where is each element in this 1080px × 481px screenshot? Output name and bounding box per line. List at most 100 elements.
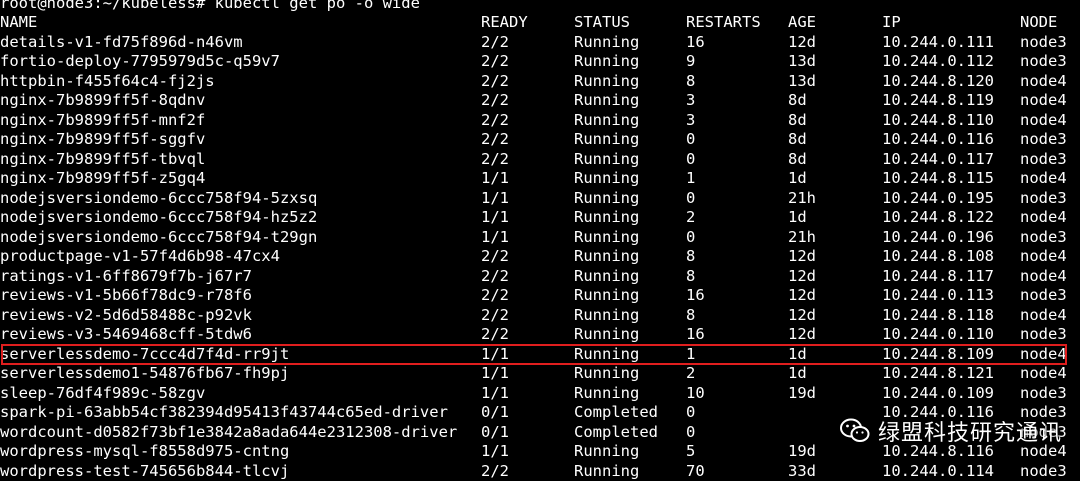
pod-status: Running: [574, 384, 639, 404]
pod-restarts: 0: [686, 403, 695, 423]
pod-ip: 10.244.8.118: [882, 306, 994, 326]
pod-restarts: 8: [686, 247, 695, 267]
pod-name: httpbin-f455f64c4-fj2js: [0, 72, 215, 92]
pod-age: 8d: [788, 91, 807, 111]
pod-ready: 2/2: [481, 267, 509, 287]
table-row: nodejsversiondemo-6ccc758f94-5zxsq1/1Run…: [0, 189, 1080, 209]
pod-restarts: 0: [686, 228, 695, 248]
table-row: nodejsversiondemo-6ccc758f94-hz5z21/1Run…: [0, 208, 1080, 228]
pod-age: 13d: [788, 72, 816, 92]
pod-ready: 1/1: [481, 442, 509, 462]
pod-ready: 1/1: [481, 169, 509, 189]
header-restarts: RESTARTS: [686, 13, 761, 33]
pod-ready: 2/2: [481, 306, 509, 326]
pod-ip: 10.244.8.110: [882, 111, 994, 131]
pod-age: 21h: [788, 228, 816, 248]
pod-status: Running: [574, 33, 639, 53]
pod-age: 12d: [788, 306, 816, 326]
pod-node: node3: [1020, 228, 1067, 248]
header-ip: IP: [882, 13, 901, 33]
pod-node: node3: [1020, 286, 1067, 306]
pod-age: 1d: [788, 345, 807, 365]
pod-ip: 10.244.8.109: [882, 345, 994, 365]
wechat-icon: [840, 418, 870, 444]
table-row: details-v1-fd75f896d-n46vm2/2Running1612…: [0, 33, 1080, 53]
pod-age: 12d: [788, 33, 816, 53]
table-row: httpbin-f455f64c4-fj2js2/2Running813d10.…: [0, 72, 1080, 92]
pod-ready: 2/2: [481, 33, 509, 53]
pod-age: 12d: [788, 267, 816, 287]
pod-restarts: 8: [686, 306, 695, 326]
pod-status: Running: [574, 91, 639, 111]
pod-name: nginx-7b9899ff5f-tbvql: [0, 150, 205, 170]
table-row: reviews-v3-5469468cff-5tdw62/2Running161…: [0, 325, 1080, 345]
pod-node: node3: [1020, 130, 1067, 150]
pod-ready: 1/1: [481, 208, 509, 228]
table-row: ratings-v1-6ff8679f7b-j67r72/2Running812…: [0, 267, 1080, 287]
pod-status: Running: [574, 52, 639, 72]
pod-restarts: 16: [686, 286, 705, 306]
table-row: nginx-7b9899ff5f-tbvql2/2Running08d10.24…: [0, 150, 1080, 170]
pod-ready: 1/1: [481, 189, 509, 209]
pod-age: 8d: [788, 111, 807, 131]
table-row: nginx-7b9899ff5f-z5gq41/1Running11d10.24…: [0, 169, 1080, 189]
header-ready: READY: [481, 13, 528, 33]
pod-age: 12d: [788, 247, 816, 267]
pod-name: reviews-v3-5469468cff-5tdw6: [0, 325, 252, 345]
table-row: serverlessdemo1-54876fb67-fh9pj1/1Runnin…: [0, 364, 1080, 384]
pod-node: node3: [1020, 189, 1067, 209]
pod-status: Completed: [574, 403, 658, 423]
pod-ip: 10.244.0.114: [882, 462, 994, 481]
table-row: nodejsversiondemo-6ccc758f94-t29gn1/1Run…: [0, 228, 1080, 248]
terminal-window[interactable]: root@node3:~/kubeless# kubectl get po -o…: [0, 0, 1080, 475]
table-row: wordpress-test-745656b844-tlcvj2/2Runnin…: [0, 462, 1080, 481]
pod-node: node4: [1020, 169, 1067, 189]
pod-age: 8d: [788, 130, 807, 150]
pod-ip: 10.244.0.109: [882, 384, 994, 404]
pod-restarts: 0: [686, 150, 695, 170]
pod-ready: 1/1: [481, 228, 509, 248]
pod-restarts: 70: [686, 462, 705, 481]
pod-ready: 2/2: [481, 150, 509, 170]
pod-restarts: 2: [686, 208, 695, 228]
pod-node: node4: [1020, 247, 1067, 267]
pod-age: 1d: [788, 208, 807, 228]
pod-name: serverlessdemo-7ccc4d7f4d-rr9jt: [0, 345, 289, 365]
pod-restarts: 16: [686, 325, 705, 345]
pod-name: serverlessdemo1-54876fb67-fh9pj: [0, 364, 289, 384]
pod-status: Running: [574, 462, 639, 481]
pod-node: node4: [1020, 306, 1067, 326]
pod-node: node4: [1020, 111, 1067, 131]
header-status: STATUS: [574, 13, 630, 33]
pod-node: node4: [1020, 208, 1067, 228]
pod-node: node3: [1020, 462, 1067, 481]
pod-name: nodejsversiondemo-6ccc758f94-5zxsq: [0, 189, 317, 209]
pod-ready: 0/1: [481, 403, 509, 423]
pod-ip: 10.244.0.110: [882, 325, 994, 345]
pod-name: ratings-v1-6ff8679f7b-j67r7: [0, 267, 252, 287]
pod-status: Running: [574, 247, 639, 267]
pod-status: Running: [574, 306, 639, 326]
table-header: NAME READY STATUS RESTARTS AGE IP NODE: [0, 13, 1080, 33]
pod-name: nodejsversiondemo-6ccc758f94-t29gn: [0, 228, 317, 248]
pod-ip: 10.244.8.122: [882, 208, 994, 228]
pod-node: node3: [1020, 325, 1067, 345]
pod-status: Running: [574, 72, 639, 92]
pod-ready: 2/2: [481, 52, 509, 72]
pod-age: 12d: [788, 286, 816, 306]
pod-name: wordcount-d0582f73bf1e3842a8ada644e23123…: [0, 423, 457, 443]
pod-node: node4: [1020, 364, 1067, 384]
pod-status: Running: [574, 364, 639, 384]
pod-ready: 0/1: [481, 423, 509, 443]
pod-age: 12d: [788, 325, 816, 345]
pod-restarts: 3: [686, 91, 695, 111]
table-row: reviews-v2-5d6d58488c-p92vk2/2Running812…: [0, 306, 1080, 326]
pod-status: Running: [574, 442, 639, 462]
pod-node: node3: [1020, 384, 1067, 404]
pod-restarts: 3: [686, 111, 695, 131]
pod-ip: 10.244.8.119: [882, 91, 994, 111]
pod-ip: 10.244.0.116: [882, 130, 994, 150]
pod-ready: 2/2: [481, 247, 509, 267]
pod-status: Running: [574, 325, 639, 345]
pod-status: Running: [574, 111, 639, 131]
